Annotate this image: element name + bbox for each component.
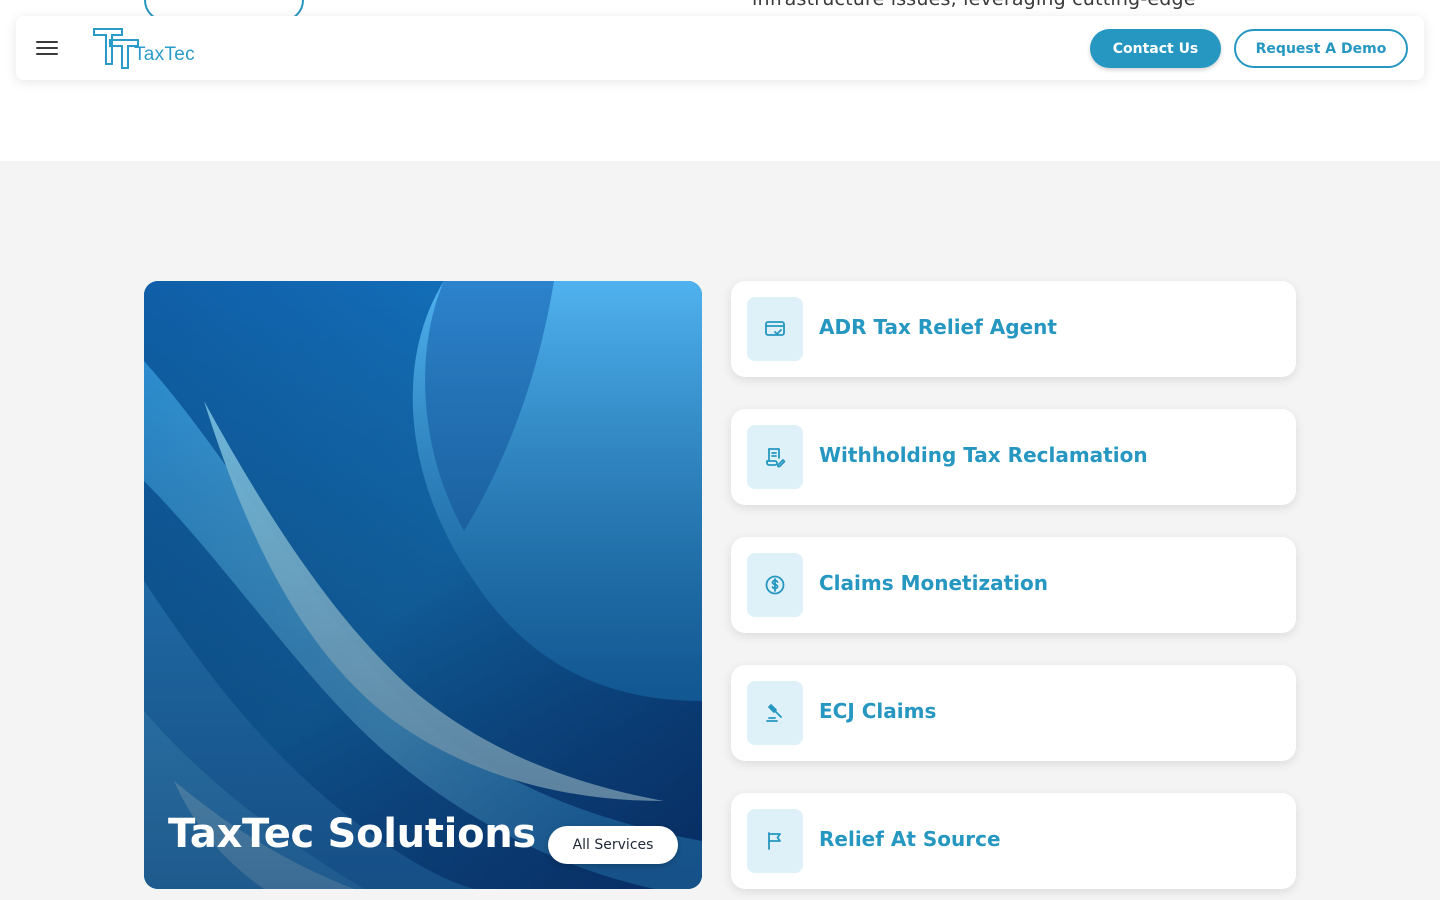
contact-us-button[interactable]: Contact Us: [1090, 29, 1221, 68]
document-edit-icon: [747, 425, 803, 489]
service-label: ADR Tax Relief Agent: [819, 315, 1057, 339]
taxtec-logo[interactable]: TaxTec: [92, 26, 195, 70]
site-header: TaxTec Contact Us Request A Demo: [16, 16, 1424, 80]
all-services-button[interactable]: All Services: [548, 826, 678, 864]
service-label: Relief At Source: [819, 827, 1001, 851]
peek-paragraph-text: infrastructure issues, leveraging cuttin…: [752, 0, 1196, 10]
flag-icon: [747, 809, 803, 873]
gavel-icon: [747, 681, 803, 745]
service-label: Claims Monetization: [819, 571, 1048, 595]
service-card-claims-monetization[interactable]: Claims Monetization: [731, 537, 1296, 633]
hero-image-card: TaxTec Solutions All Services: [144, 281, 702, 889]
menu-line: [36, 47, 58, 49]
hamburger-menu-icon[interactable]: [36, 36, 60, 60]
service-label: ECJ Claims: [819, 699, 937, 723]
blue-fabric-image: [144, 281, 702, 889]
service-card-relief-at-source[interactable]: Relief At Source: [731, 793, 1296, 889]
logo-text: TaxTec: [134, 44, 195, 65]
menu-line: [36, 53, 58, 55]
taxtec-logo-icon: [93, 28, 139, 69]
services-section: TaxTec Solutions All Services ADR Tax Re…: [0, 161, 1440, 900]
menu-line: [36, 41, 58, 43]
request-demo-button[interactable]: Request A Demo: [1234, 29, 1408, 68]
service-card-adr-tax-relief-agent[interactable]: ADR Tax Relief Agent: [731, 281, 1296, 377]
hero-title: TaxTec Solutions: [168, 811, 536, 857]
service-card-withholding-tax-reclamation[interactable]: Withholding Tax Reclamation: [731, 409, 1296, 505]
service-card-ecj-claims[interactable]: ECJ Claims: [731, 665, 1296, 761]
dollar-circle-icon: [747, 553, 803, 617]
service-label: Withholding Tax Reclamation: [819, 443, 1148, 467]
card-check-icon: [747, 297, 803, 361]
